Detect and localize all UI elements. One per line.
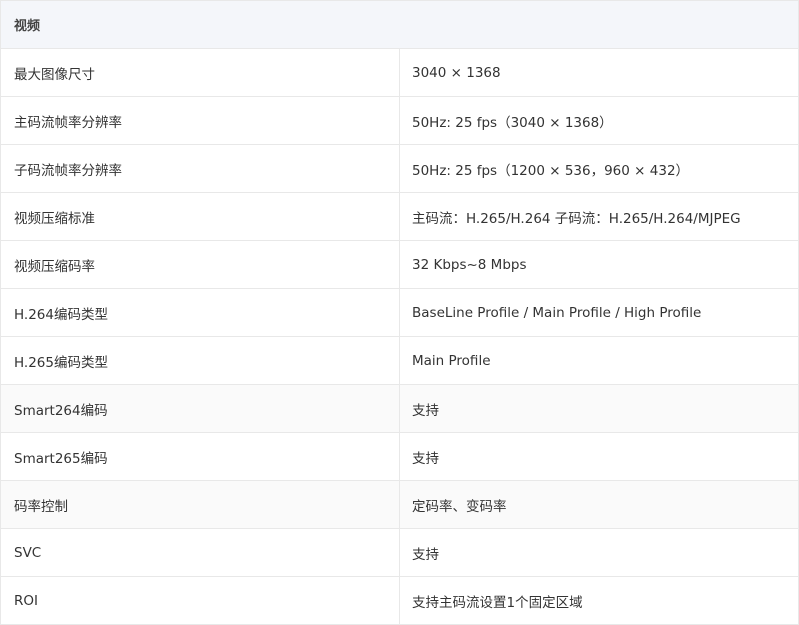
row-label: H.264编码类型 — [0, 288, 400, 337]
row-value: 50Hz: 25 fps（3040 × 1368） — [399, 96, 799, 145]
table-row: SVC 支持 — [0, 528, 799, 577]
video-spec-table: 视频 最大图像尺寸 3040 × 1368 主码流帧率分辨率 50Hz: 25 … — [0, 0, 799, 625]
row-value: 主码流：H.265/H.264 子码流：H.265/H.264/MJPEG — [399, 192, 799, 241]
row-value: 3040 × 1368 — [399, 48, 799, 97]
row-value: 支持主码流设置1个固定区域 — [399, 576, 799, 625]
row-value: BaseLine Profile / Main Profile / High P… — [399, 288, 799, 337]
table-row: Smart264编码 支持 — [0, 384, 799, 433]
table-row: 码率控制 定码率、变码率 — [0, 480, 799, 529]
row-label: 最大图像尺寸 — [0, 48, 400, 97]
row-label: Smart264编码 — [0, 384, 400, 433]
table-row: 主码流帧率分辨率 50Hz: 25 fps（3040 × 1368） — [0, 96, 799, 145]
row-value: 32 Kbps~8 Mbps — [399, 240, 799, 289]
row-value: 支持 — [399, 528, 799, 577]
row-label: 视频压缩标准 — [0, 192, 400, 241]
row-label: 主码流帧率分辨率 — [0, 96, 400, 145]
table-row: 视频压缩标准 主码流：H.265/H.264 子码流：H.265/H.264/M… — [0, 192, 799, 241]
row-value: 支持 — [399, 432, 799, 481]
table-row: 子码流帧率分辨率 50Hz: 25 fps（1200 × 536，960 × 4… — [0, 144, 799, 193]
section-header-row: 视频 — [0, 0, 799, 49]
table-row: H.264编码类型 BaseLine Profile / Main Profil… — [0, 288, 799, 337]
section-title: 视频 — [0, 0, 799, 49]
row-label: ROI — [0, 576, 400, 625]
row-value: 定码率、变码率 — [399, 480, 799, 529]
row-label: Smart265编码 — [0, 432, 400, 481]
row-label: H.265编码类型 — [0, 336, 400, 385]
table-row: 最大图像尺寸 3040 × 1368 — [0, 48, 799, 97]
row-value: Main Profile — [399, 336, 799, 385]
row-value: 支持 — [399, 384, 799, 433]
row-label: SVC — [0, 528, 400, 577]
row-value: 50Hz: 25 fps（1200 × 536，960 × 432） — [399, 144, 799, 193]
table-row: ROI 支持主码流设置1个固定区域 — [0, 576, 799, 625]
row-label: 视频压缩码率 — [0, 240, 400, 289]
table-row: H.265编码类型 Main Profile — [0, 336, 799, 385]
row-label: 码率控制 — [0, 480, 400, 529]
table-row: Smart265编码 支持 — [0, 432, 799, 481]
row-label: 子码流帧率分辨率 — [0, 144, 400, 193]
table-row: 视频压缩码率 32 Kbps~8 Mbps — [0, 240, 799, 289]
